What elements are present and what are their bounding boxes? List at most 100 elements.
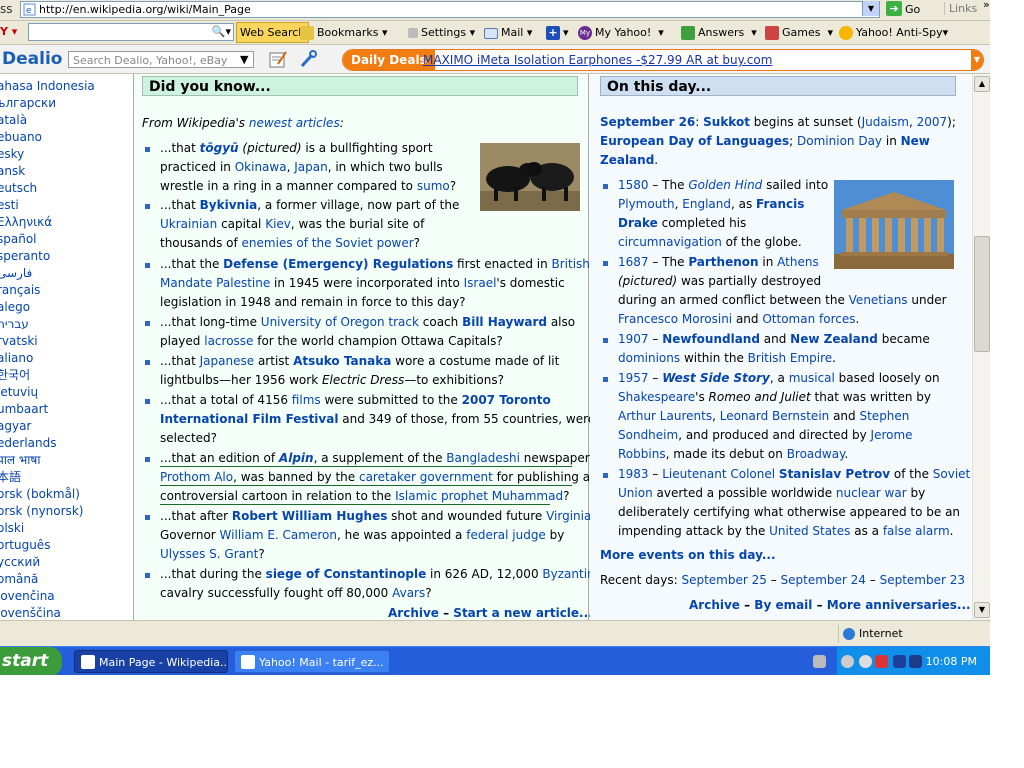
wiki-link[interactable]: films bbox=[292, 393, 321, 407]
add-button[interactable]: + ▾ bbox=[546, 24, 569, 41]
wiki-link[interactable]: Francesco Morosini bbox=[618, 312, 732, 326]
tray-network-icon[interactable] bbox=[859, 655, 872, 668]
language-link[interactable]: speranto bbox=[0, 248, 128, 265]
deal-ad-link[interactable]: MAXIMO iMeta Isolation Earphones -$27.99… bbox=[423, 50, 772, 70]
wiki-link[interactable]: Ulysses S. Grant bbox=[160, 547, 258, 561]
language-link[interactable]: spañol bbox=[0, 231, 128, 248]
settings-button[interactable]: Settings ▾ bbox=[408, 24, 475, 41]
wiki-link[interactable]: Athens bbox=[777, 255, 819, 269]
wiki-link[interactable]: University of Oregon track bbox=[261, 315, 419, 329]
wiki-link[interactable]: Judaism bbox=[862, 115, 909, 129]
wrench-icon[interactable] bbox=[298, 50, 318, 69]
wiki-link[interactable]: Japanese bbox=[200, 354, 255, 368]
language-link[interactable]: orsk (nynorsk) bbox=[0, 503, 128, 520]
wiki-link[interactable]: Japan bbox=[294, 160, 327, 174]
wiki-link[interactable]: Prothom Alo bbox=[160, 470, 233, 484]
address-input[interactable]: e http://en.wikipedia.org/wiki/Main_Page bbox=[20, 1, 880, 18]
games-button[interactable]: Games ▾ bbox=[765, 24, 833, 41]
wiki-link[interactable]: 1957 bbox=[618, 371, 649, 385]
language-link[interactable]: aliano bbox=[0, 350, 128, 367]
wiki-link[interactable]: 1687 bbox=[618, 255, 649, 269]
language-link[interactable]: eutsch bbox=[0, 180, 128, 197]
wiki-link[interactable]: European Day of Languages bbox=[600, 134, 789, 148]
wiki-link[interactable]: Newfoundland bbox=[662, 332, 760, 346]
wiki-link[interactable]: Kiev bbox=[265, 217, 291, 231]
chevron-right-icon[interactable]: » bbox=[983, 0, 990, 11]
dealio-search-input[interactable]: Search Dealio, Yahoo!, eBay bbox=[68, 51, 254, 68]
language-link[interactable]: umbaart bbox=[0, 401, 128, 418]
wiki-link[interactable]: Okinawa bbox=[235, 160, 287, 174]
go-button[interactable]: ➔ Go bbox=[886, 1, 920, 19]
wiki-link[interactable]: Dominion Day bbox=[797, 134, 882, 148]
wiki-link[interactable]: 1580 bbox=[618, 178, 649, 192]
dealio-search-dropdown[interactable]: ▼ bbox=[240, 51, 248, 68]
language-link[interactable]: alego bbox=[0, 299, 128, 316]
notepad-icon[interactable] bbox=[268, 50, 288, 69]
scroll-down-button[interactable]: ▼ bbox=[974, 602, 990, 618]
language-link[interactable]: 한국어 bbox=[0, 367, 128, 384]
wiki-link[interactable]: Drake bbox=[618, 216, 658, 230]
task-yahoo-mail[interactable]: Yahoo! Mail - tarif_ez... bbox=[234, 650, 390, 673]
tray-collapse-icon[interactable] bbox=[841, 655, 854, 668]
wiki-link[interactable]: Parthenon bbox=[688, 255, 758, 269]
wiki-link[interactable]: circumnavigation bbox=[618, 235, 722, 249]
parthenon-image[interactable] bbox=[834, 180, 954, 269]
more-events-link[interactable]: More events on this day... bbox=[600, 546, 776, 565]
wiki-link[interactable]: tōgyū bbox=[200, 141, 239, 155]
newest-articles-link[interactable]: newest articles bbox=[249, 116, 340, 130]
vertical-scrollbar[interactable]: ▲ ▼ bbox=[972, 74, 990, 620]
web-search-button[interactable]: Web Search bbox=[236, 22, 310, 43]
wiki-link[interactable]: sumo bbox=[417, 179, 450, 193]
recent-day-link[interactable]: September 25 bbox=[681, 573, 766, 587]
tray-tool-icon[interactable] bbox=[813, 655, 826, 668]
wiki-link[interactable]: Venetians bbox=[849, 293, 908, 307]
language-link[interactable]: atalà bbox=[0, 112, 128, 129]
bookmarks-button[interactable]: Bookmarks ▾ bbox=[300, 24, 388, 41]
start-button[interactable]: start bbox=[0, 647, 62, 675]
tray-shield-icon[interactable] bbox=[893, 655, 906, 668]
wiki-link[interactable]: Shakespeare bbox=[618, 390, 695, 404]
language-link[interactable]: पाल भाषा bbox=[0, 452, 128, 469]
tray-security-icon[interactable] bbox=[875, 655, 888, 668]
language-link[interactable]: ългарски bbox=[0, 95, 128, 112]
wiki-link[interactable]: Soviet bbox=[933, 467, 970, 481]
scroll-up-button[interactable]: ▲ bbox=[974, 76, 990, 92]
wiki-link[interactable]: federal judge bbox=[466, 528, 546, 542]
wiki-link[interactable]: 1907 bbox=[618, 332, 649, 346]
yahoo-search-input[interactable]: 🔍▾ bbox=[28, 23, 234, 41]
language-link[interactable]: rvatski bbox=[0, 333, 128, 350]
language-link[interactable]: עברית bbox=[0, 316, 128, 333]
wiki-link[interactable]: Zealand bbox=[600, 153, 654, 167]
language-link[interactable]: ietuvių bbox=[0, 384, 128, 401]
wiki-link[interactable]: Robbins bbox=[618, 447, 666, 461]
yahoo-logo-icon[interactable]: Y ▾ bbox=[0, 23, 17, 40]
address-dropdown-button[interactable]: ▼ bbox=[862, 1, 879, 16]
language-link[interactable]: lovenčina bbox=[0, 588, 128, 605]
language-link[interactable]: rançais bbox=[0, 282, 128, 299]
language-link[interactable]: esti bbox=[0, 197, 128, 214]
wiki-link[interactable]: England bbox=[682, 197, 731, 211]
wiki-link[interactable]: International Film Festival bbox=[160, 412, 338, 426]
answers-button[interactable]: Answers ▾ bbox=[681, 24, 757, 41]
language-link[interactable]: ederlands bbox=[0, 435, 128, 452]
tray-monitor-icon[interactable] bbox=[909, 655, 922, 668]
wiki-link[interactable]: Islamic prophet Muhammad bbox=[395, 489, 563, 503]
language-link[interactable]: усский bbox=[0, 554, 128, 571]
language-link[interactable]: agyar bbox=[0, 418, 128, 435]
wiki-link[interactable]: Lieutenant Colonel bbox=[662, 467, 775, 481]
wiki-link[interactable]: Ottoman forces bbox=[762, 312, 855, 326]
daily-deals-button[interactable]: Daily Deals bbox=[343, 50, 435, 70]
language-link[interactable]: فارسی bbox=[0, 265, 128, 282]
language-link[interactable]: esky bbox=[0, 146, 128, 163]
wiki-link[interactable]: false alarm bbox=[883, 524, 950, 538]
mail-button[interactable]: Mail ▾ bbox=[484, 24, 532, 41]
wiki-link[interactable]: Atsuko Tanaka bbox=[293, 354, 391, 368]
more-anniversaries-link[interactable]: More anniversaries... bbox=[827, 598, 971, 612]
wiki-link[interactable]: Sondheim bbox=[618, 428, 678, 442]
wiki-link[interactable]: enemies of the Soviet power bbox=[242, 236, 414, 250]
wiki-link[interactable]: Bykivnia bbox=[200, 198, 258, 212]
language-link[interactable]: ortuguês bbox=[0, 537, 128, 554]
by-email-link[interactable]: By email bbox=[754, 598, 812, 612]
task-wikipedia[interactable]: Main Page - Wikipedia... bbox=[74, 650, 228, 673]
chevron-down-icon[interactable]: ▼ bbox=[971, 50, 983, 70]
